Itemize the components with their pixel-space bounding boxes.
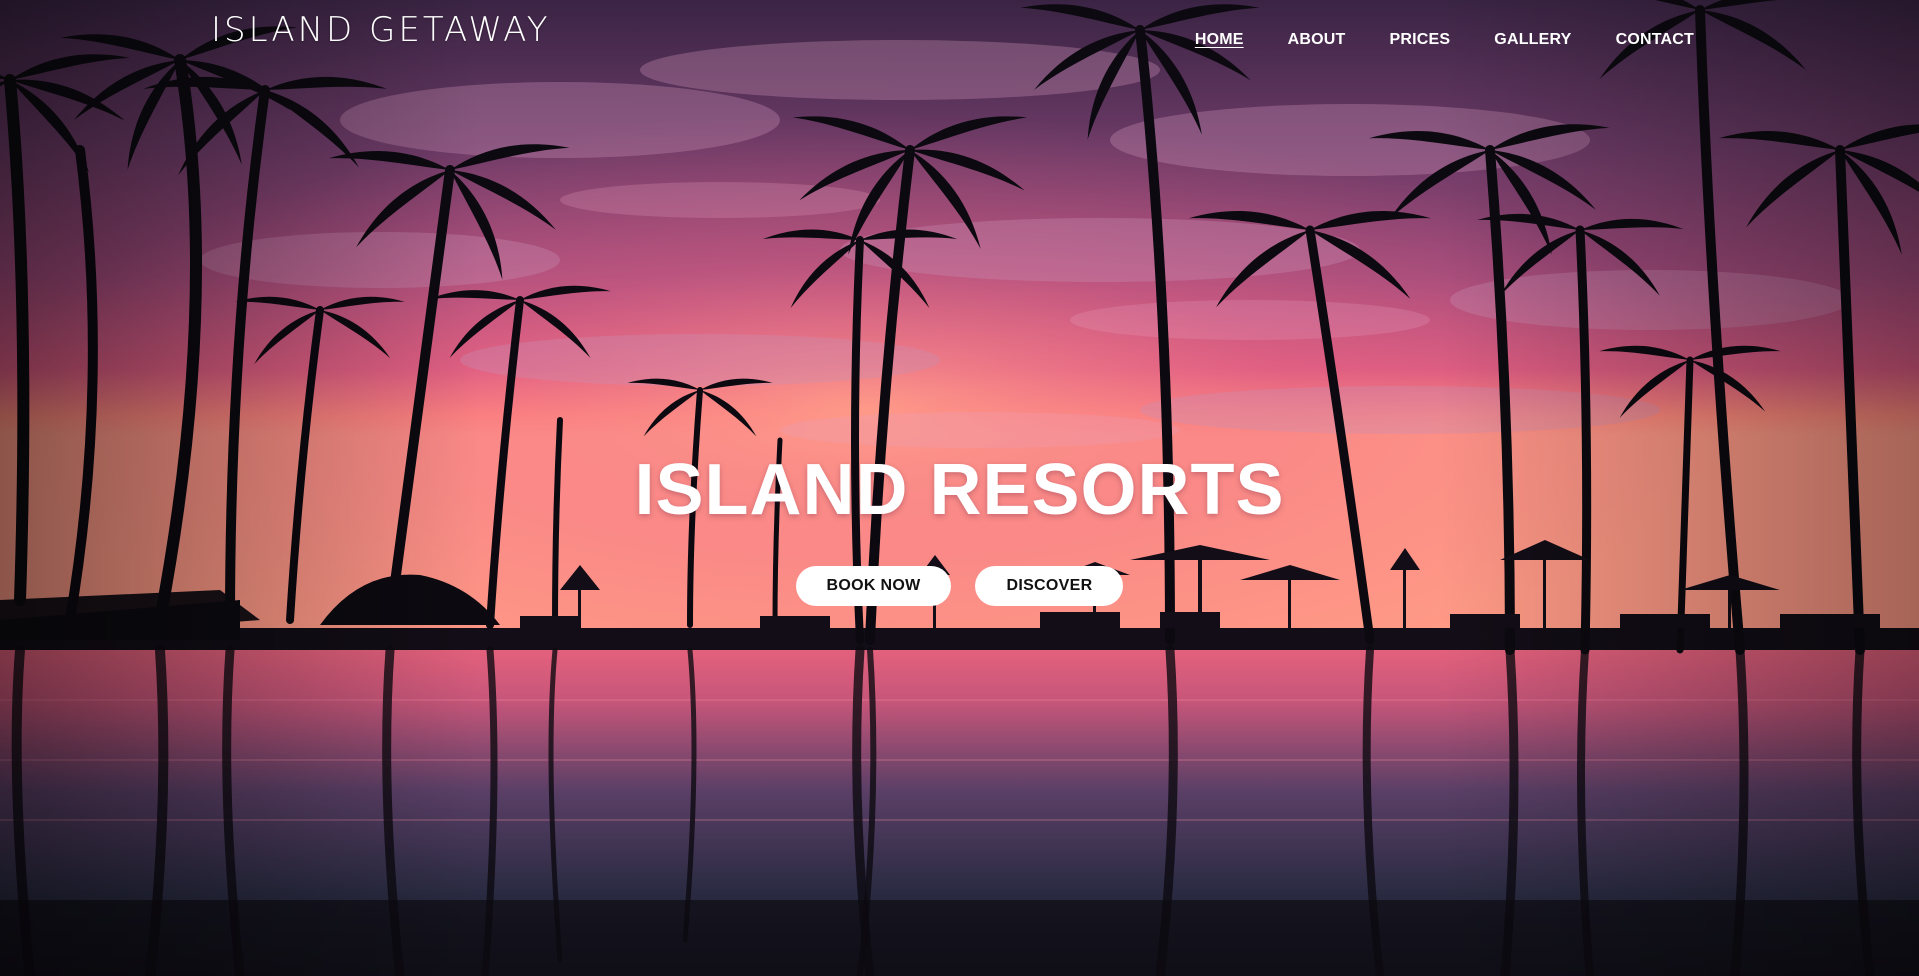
hero-title: ISLAND RESORTS [634,450,1285,530]
book-now-button[interactable]: BOOK NOW [795,566,952,606]
nav-item-prices: PRICES [1390,31,1451,49]
nav-item-home: HOME [1195,31,1244,49]
nav-link-about[interactable]: ABOUT [1288,31,1346,48]
nav-link-prices[interactable]: PRICES [1390,31,1451,48]
site-header: ISLAND GETAWAY HOME ABOUT PRICES GALLERY… [0,0,1919,80]
nav-link-gallery[interactable]: GALLERY [1494,31,1571,48]
site-logo[interactable]: ISLAND GETAWAY [211,10,551,50]
nav-item-gallery: GALLERY [1494,31,1571,49]
discover-button[interactable]: DISCOVER [975,566,1124,606]
hero-section: ISLAND GETAWAY HOME ABOUT PRICES GALLERY… [0,0,1919,976]
nav-link-home[interactable]: HOME [1195,31,1244,48]
main-nav: HOME ABOUT PRICES GALLERY CONTACT [1195,31,1694,49]
nav-item-contact: CONTACT [1616,31,1694,49]
nav-link-contact[interactable]: CONTACT [1616,31,1694,48]
nav-item-about: ABOUT [1288,31,1346,49]
hero-actions: BOOK NOW DISCOVER [0,566,1919,606]
